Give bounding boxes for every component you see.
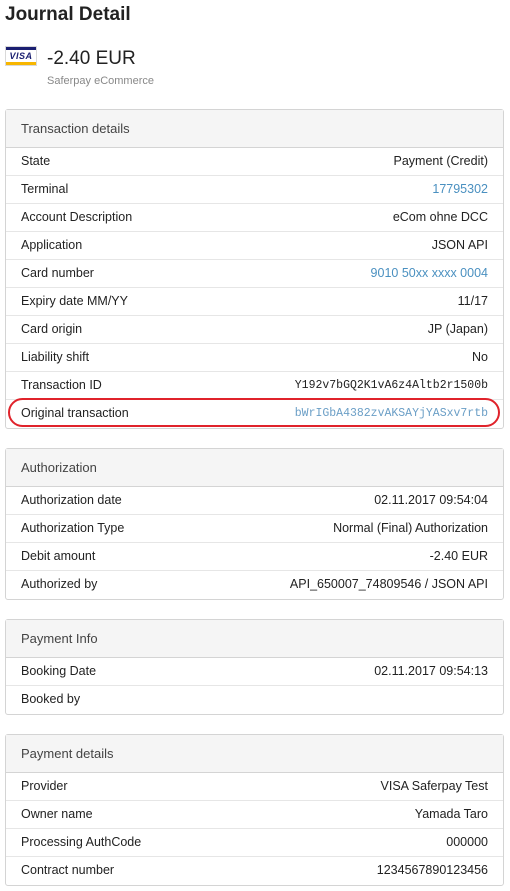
panel-title: Payment Info (6, 620, 503, 658)
row-label: Terminal (21, 182, 69, 196)
row-value: 11/17 (457, 294, 488, 308)
payment-info-panel: Payment Info Booking Date 02.11.2017 09:… (5, 619, 504, 715)
row-application: Application JSON API (6, 232, 503, 260)
row-value: VISA Saferpay Test (380, 779, 488, 793)
row-label: Expiry date MM/YY (21, 294, 128, 308)
card-brand: VISA (9, 51, 33, 61)
row-authorization-date: Authorization date 02.11.2017 09:54:04 (6, 487, 503, 515)
row-label: Application (21, 238, 83, 252)
row-value: API_650007_74809546 / JSON API (289, 577, 488, 591)
row-label: Authorized by (21, 577, 98, 591)
visa-band-bottom (6, 62, 36, 65)
panel-title: Transaction details (6, 110, 503, 148)
row-value: eCom ohne DCC (392, 210, 488, 224)
row-value: 1234567890123456 (376, 863, 488, 877)
row-original-transaction: Original transaction bWrIGbA4382zvAKSAYj… (6, 400, 503, 428)
row-label: Card number (21, 266, 94, 280)
visa-card-icon: VISA (5, 46, 37, 66)
row-liability-shift: Liability shift No (6, 344, 503, 372)
row-label: Authorization date (21, 493, 122, 507)
row-value: 000000 (446, 835, 488, 849)
page-title: Journal Detail (5, 4, 131, 25)
panel-title: Authorization (6, 449, 503, 487)
row-label: Owner name (21, 807, 93, 821)
row-label: Transaction ID (21, 378, 102, 392)
terminal-link[interactable]: 17795302 (432, 176, 488, 203)
acquirer-name: Saferpay eCommerce (47, 75, 154, 87)
row-expiry-date: Expiry date MM/YY 11/17 (6, 288, 503, 316)
row-debit-amount: Debit amount -2.40 EUR (6, 543, 503, 571)
row-label: Liability shift (21, 350, 90, 364)
row-card-number: Card number 9010 50xx xxxx 0004 (6, 260, 503, 288)
transaction-details-panel: Transaction details State Payment (Credi… (5, 109, 504, 429)
row-processing-authcode: Processing AuthCode 000000 (6, 829, 503, 857)
row-label: Original transaction (21, 406, 129, 420)
original-transaction-link[interactable]: bWrIGbA4382zvAKSAYjYASxv7rtb (295, 400, 488, 428)
row-terminal: Terminal 17795302 (6, 176, 503, 204)
transaction-amount: -2.40 EUR (47, 48, 136, 69)
row-label: Card origin (21, 322, 83, 336)
row-value: No (472, 350, 488, 364)
row-provider: Provider VISA Saferpay Test (6, 773, 503, 801)
row-owner-name: Owner name Yamada Taro (6, 801, 503, 829)
row-contract-number: Contract number 1234567890123456 (6, 857, 503, 885)
row-booking-date: Booking Date 02.11.2017 09:54:13 (6, 658, 503, 686)
visa-band-top (6, 47, 36, 50)
row-account-description: Account Description eCom ohne DCC (6, 204, 503, 232)
row-label: Authorization Type (21, 521, 125, 535)
authorization-panel: Authorization Authorization date 02.11.2… (5, 448, 504, 600)
row-value: 02.11.2017 09:54:04 (374, 493, 488, 507)
row-label: Booking Date (21, 664, 97, 678)
row-label: Booked by (21, 692, 81, 706)
row-label: Contract number (21, 863, 115, 877)
row-value: JSON API (431, 238, 488, 252)
row-label: State (21, 154, 51, 168)
card-number-link[interactable]: 9010 50xx xxxx 0004 (371, 260, 488, 287)
row-authorization-type: Authorization Type Normal (Final) Author… (6, 515, 503, 543)
row-card-origin: Card origin JP (Japan) (6, 316, 503, 344)
row-value: JP (Japan) (427, 322, 488, 336)
payment-details-panel: Payment details Provider VISA Saferpay T… (5, 734, 504, 886)
row-value: 02.11.2017 09:54:13 (374, 664, 488, 678)
row-state: State Payment (Credit) (6, 148, 503, 176)
row-authorized-by: Authorized by API_650007_74809546 / JSON… (6, 571, 503, 599)
row-label: Processing AuthCode (21, 835, 142, 849)
row-label: Provider (21, 779, 68, 793)
transaction-id-value: Y192v7bGQ2K1vA6z4Altb2r1500b (294, 379, 488, 392)
row-value: Payment (Credit) (393, 154, 488, 168)
row-value: -2.40 EUR (429, 549, 488, 563)
row-value: Yamada Taro (414, 807, 488, 821)
row-transaction-id: Transaction ID Y192v7bGQ2K1vA6z4Altb2r15… (6, 372, 503, 400)
row-label: Account Description (21, 210, 133, 224)
row-label: Debit amount (21, 549, 96, 563)
row-booked-by: Booked by (6, 686, 503, 714)
row-value: Normal (Final) Authorization (333, 521, 488, 535)
panel-title: Payment details (6, 735, 503, 773)
